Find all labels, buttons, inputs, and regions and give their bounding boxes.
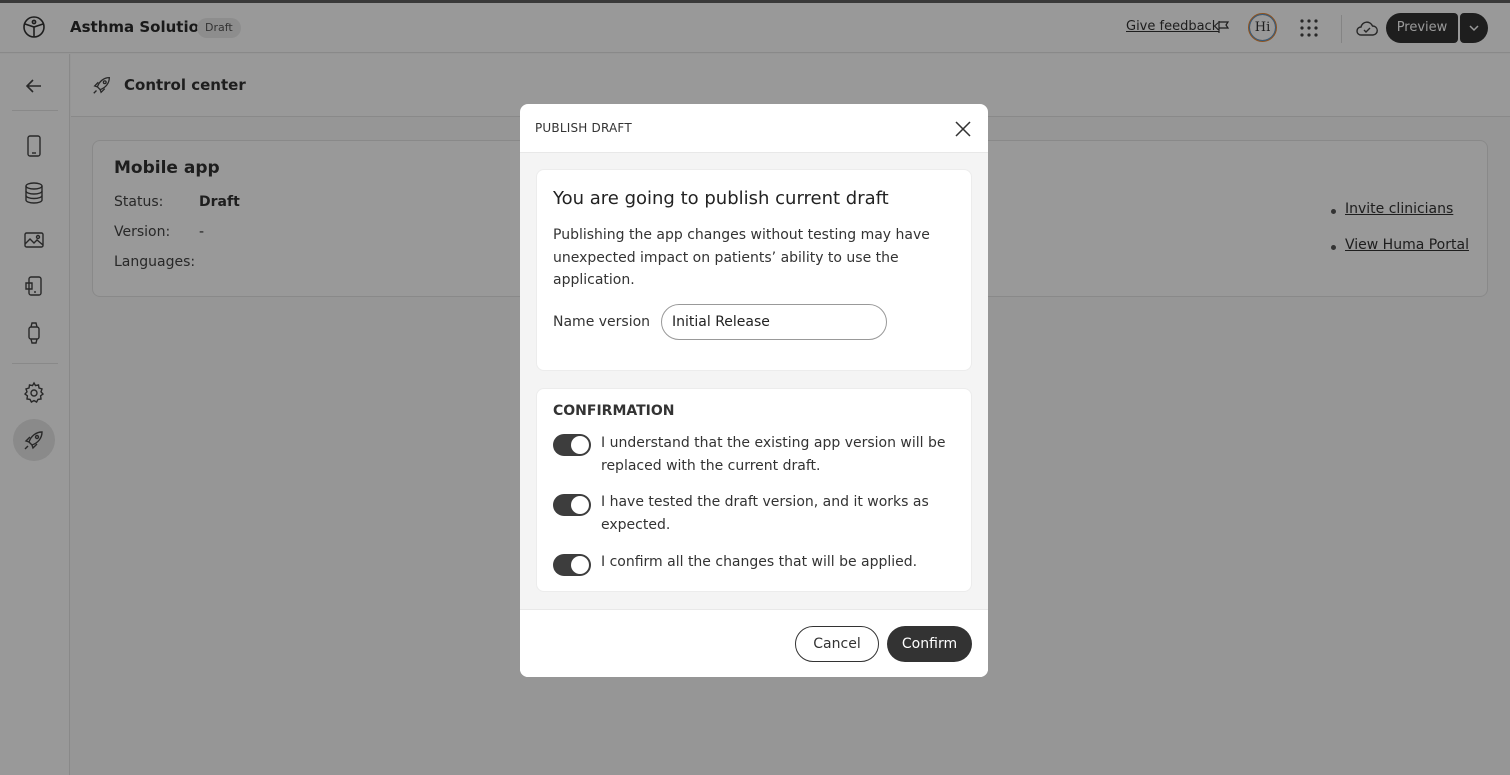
dialog-footer: Cancel Confirm: [520, 609, 988, 677]
publish-info-panel: You are going to publish current draft P…: [536, 169, 972, 371]
confirm-replace-text: I understand that the existing app versi…: [601, 435, 946, 474]
dialog-body: You are going to publish current draft P…: [520, 153, 988, 609]
dialog-title: PUBLISH DRAFT: [535, 121, 632, 135]
dialog-header: PUBLISH DRAFT: [520, 104, 988, 153]
confirmation-title: CONFIRMATION: [553, 403, 675, 419]
confirm-tested-text: I have tested the draft version, and it …: [601, 494, 929, 533]
confirm-replace-toggle[interactable]: [553, 434, 591, 456]
confirm-changes-toggle[interactable]: [553, 554, 591, 576]
publish-description: Publishing the app changes without testi…: [553, 227, 930, 288]
cancel-button[interactable]: Cancel: [795, 626, 879, 662]
confirmation-panel: CONFIRMATION I understand that the exist…: [536, 388, 972, 592]
publish-draft-dialog: PUBLISH DRAFT You are going to publish c…: [520, 104, 988, 677]
name-version-input[interactable]: [661, 304, 887, 340]
confirm-changes-text: I confirm all the changes that will be a…: [601, 554, 918, 570]
name-version-label: Name version: [553, 314, 651, 330]
confirm-tested-toggle[interactable]: [553, 494, 591, 516]
confirm-button[interactable]: Confirm: [887, 626, 972, 662]
publish-heading: You are going to publish current draft: [553, 188, 889, 209]
close-icon[interactable]: [953, 119, 973, 139]
